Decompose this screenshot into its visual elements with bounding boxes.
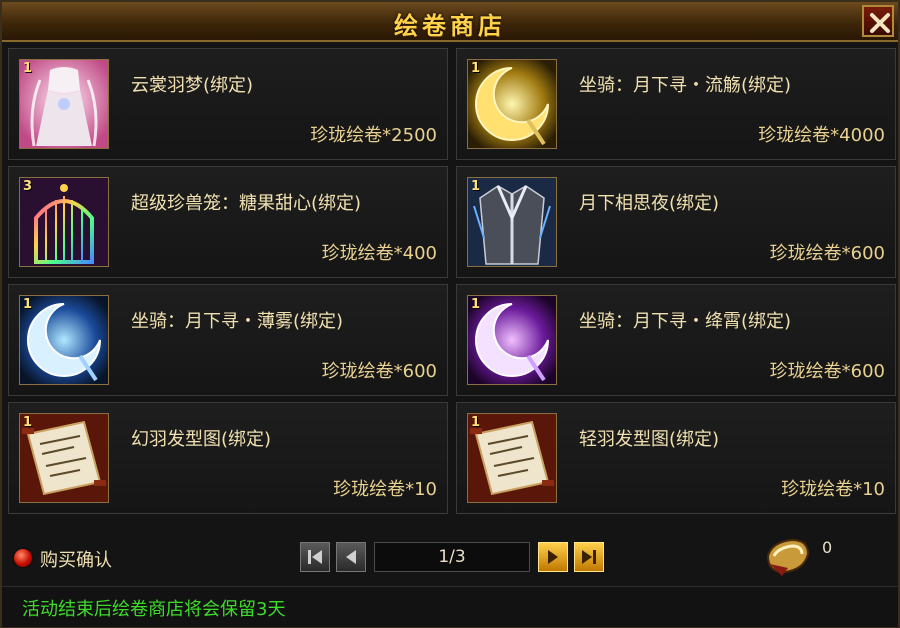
- shop-item[interactable]: 1 云裳羽梦(绑定) 珍珑绘卷*2500: [8, 48, 448, 160]
- hairstyle-scroll-icon: 1: [19, 413, 109, 503]
- costume-icon: 1: [19, 59, 109, 149]
- moon-mount-purple-icon: 1: [467, 295, 557, 385]
- close-button[interactable]: [862, 5, 894, 37]
- item-price: 珍珑绘卷*600: [321, 361, 437, 382]
- item-price: 珍珑绘卷*400: [321, 243, 437, 264]
- item-price: 珍珑绘卷*4000: [758, 125, 885, 146]
- red-radio-icon[interactable]: [14, 549, 32, 567]
- shop-item[interactable]: 1 月下相思夜(绑定) 珍珑绘卷*600: [456, 166, 896, 278]
- next-page-button[interactable]: [538, 542, 568, 572]
- event-notice: 活动结束后绘卷商店将会保留3天: [22, 599, 286, 620]
- first-page-button[interactable]: [300, 542, 330, 572]
- close-icon: [870, 13, 890, 33]
- last-page-button[interactable]: [574, 542, 604, 572]
- next-page-icon: [548, 550, 558, 564]
- item-name: 坐骑：月下寻・绛霄(绑定): [579, 311, 792, 332]
- pet-cage-icon: 3: [19, 177, 109, 267]
- shop-item[interactable]: 3 超级珍兽笼：糖果甜心(绑定) 珍珑绘卷*400: [8, 166, 448, 278]
- item-quantity: 1: [23, 297, 33, 312]
- item-name: 坐骑：月下寻・流觞(绑定): [579, 75, 792, 96]
- prev-page-button[interactable]: [336, 542, 366, 572]
- item-price: 珍珑绘卷*10: [781, 479, 885, 500]
- item-name: 月下相思夜(绑定): [579, 193, 720, 214]
- item-quantity: 1: [471, 297, 481, 312]
- item-price: 珍珑绘卷*2500: [310, 125, 437, 146]
- footer: 活动结束后绘卷商店将会保留3天: [2, 586, 898, 627]
- item-name: 坐骑：月下寻・薄雾(绑定): [131, 311, 344, 332]
- first-page-icon: [308, 550, 322, 564]
- shop-item[interactable]: 1 坐骑：月下寻・绛霄(绑定) 珍珑绘卷*600: [456, 284, 896, 396]
- shop-item[interactable]: 1 坐骑：月下寻・流觞(绑定) 珍珑绘卷*4000: [456, 48, 896, 160]
- item-quantity: 1: [471, 61, 481, 76]
- item-quantity: 3: [23, 179, 33, 194]
- shop-item[interactable]: 1 轻羽发型图(绑定) 珍珑绘卷*10: [456, 402, 896, 514]
- moon-mount-gold-icon: 1: [467, 59, 557, 149]
- item-grid: 1 云裳羽梦(绑定) 珍珑绘卷*2500 1 坐骑：月下寻・流觞(绑定) 珍珑绘…: [8, 48, 896, 518]
- window-title: 绘卷商店: [394, 12, 506, 40]
- title-bar[interactable]: 绘卷商店: [2, 2, 898, 42]
- scroll-currency-icon: [762, 532, 814, 578]
- item-quantity: 1: [471, 179, 481, 194]
- shop-item[interactable]: 1 幻羽发型图(绑定) 珍珑绘卷*10: [8, 402, 448, 514]
- last-page-icon: [582, 550, 596, 564]
- page-indicator: 1/3: [374, 542, 530, 572]
- item-price: 珍珑绘卷*600: [769, 361, 885, 382]
- hairstyle-scroll-icon: 1: [467, 413, 557, 503]
- item-quantity: 1: [23, 61, 33, 76]
- item-name: 幻羽发型图(绑定): [131, 429, 272, 450]
- shop-item[interactable]: 1 坐骑：月下寻・薄雾(绑定) 珍珑绘卷*600: [8, 284, 448, 396]
- moon-mount-blue-icon: 1: [19, 295, 109, 385]
- purchase-confirm-label: 购买确认: [40, 550, 112, 571]
- shop-window: 绘卷商店 1 云裳羽梦(绑定) 珍珑绘卷*2500 1 坐骑：月下寻・流觞(绑定…: [0, 0, 900, 628]
- item-name: 云裳羽梦(绑定): [131, 75, 254, 96]
- currency-count: 0: [822, 538, 833, 557]
- item-name: 轻羽发型图(绑定): [579, 429, 720, 450]
- item-price: 珍珑绘卷*10: [333, 479, 437, 500]
- item-quantity: 1: [23, 415, 33, 430]
- control-bar: 购买确认 1/3 0: [2, 532, 898, 584]
- item-name: 超级珍兽笼：糖果甜心(绑定): [131, 193, 362, 214]
- item-price: 珍珑绘卷*600: [769, 243, 885, 264]
- robe-icon: 1: [467, 177, 557, 267]
- prev-page-icon: [346, 550, 356, 564]
- item-quantity: 1: [471, 415, 481, 430]
